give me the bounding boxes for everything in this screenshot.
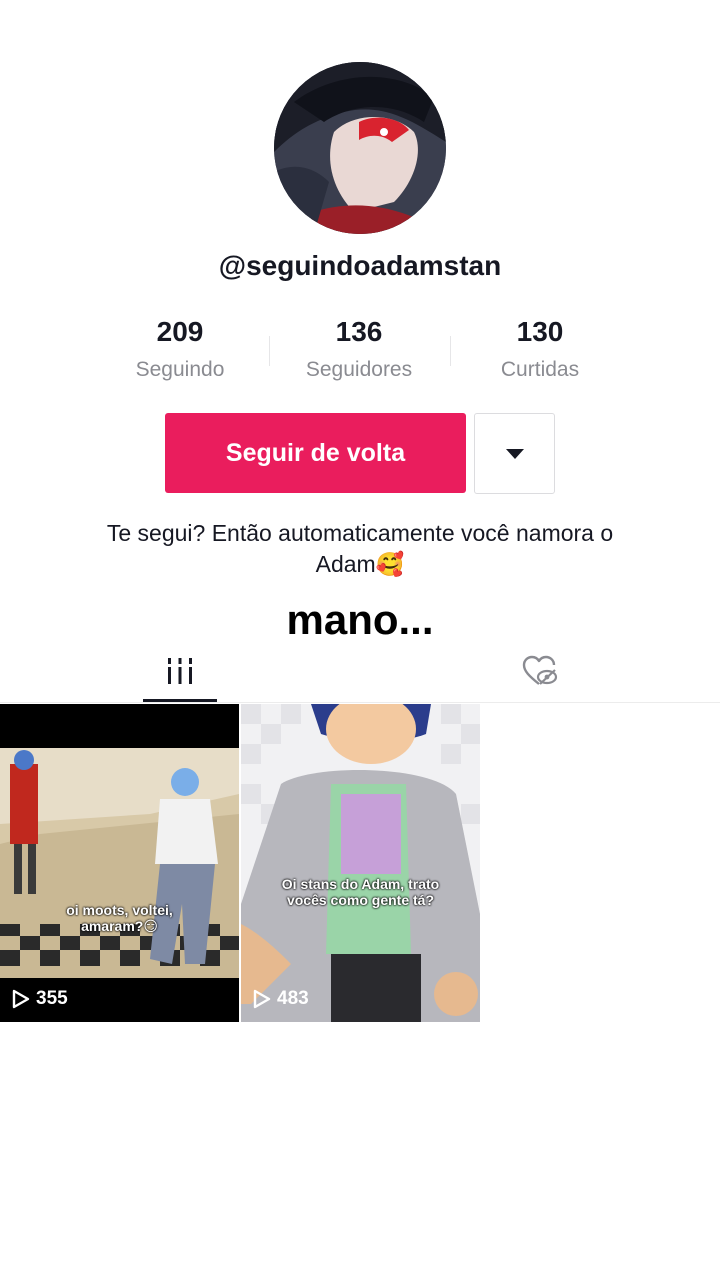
video-thumbnail[interactable]: Oi stans do Adam, trato vocês como gente…: [241, 704, 480, 1022]
view-count-value: 483: [277, 988, 309, 1009]
stat-following-label: Seguindo: [135, 358, 225, 381]
view-count: 355: [12, 988, 68, 1010]
tab-videos[interactable]: [0, 640, 360, 702]
tabs-divider: [0, 702, 720, 703]
stat-following[interactable]: 209 Seguindo: [90, 316, 270, 382]
play-icon: [12, 989, 30, 1009]
video-caption: Oi stans do Adam, trato vocês como gente…: [251, 876, 470, 908]
video-caption: oi moots, voltei, amaram?😏: [0, 902, 239, 935]
caption-line: amaram?😏: [81, 918, 158, 934]
videos-grid-icon: [168, 658, 192, 684]
stat-likes[interactable]: 130 Curtidas: [450, 316, 630, 382]
stat-following-value: 209: [156, 316, 204, 347]
bio-line: Te segui? Então automaticamente você nam…: [106, 520, 614, 546]
avatar-illustration: [274, 62, 446, 234]
video-2-thumbnail-image: [241, 704, 480, 1022]
caption-line: vocês como gente tá?: [286, 892, 435, 908]
caption-line: oi moots, voltei,: [66, 902, 173, 918]
caret-down-icon: [505, 448, 524, 459]
bio-line: Adam🥰: [315, 551, 405, 577]
play-icon: [253, 989, 271, 1009]
caption-line: Oi stans do Adam, trato: [281, 876, 440, 892]
profile-avatar[interactable]: [274, 62, 446, 234]
stat-likes-label: Curtidas: [500, 358, 580, 381]
follow-back-button[interactable]: Seguir de volta: [165, 413, 466, 493]
video-thumbnail[interactable]: oi moots, voltei, amaram?😏 355: [0, 704, 239, 1022]
tab-liked[interactable]: [360, 640, 720, 702]
profile-username: @seguindoadamstan: [218, 250, 502, 281]
profile-bio: Te segui? Então automaticamente você nam…: [60, 518, 660, 580]
view-count: 483: [253, 988, 309, 1010]
video-1-thumbnail-image: [0, 704, 239, 1022]
suggested-accounts-button[interactable]: [474, 413, 555, 494]
stat-likes-value: 130: [516, 316, 564, 347]
profile-link-text[interactable]: mano...: [0, 596, 720, 644]
view-count-value: 355: [36, 988, 68, 1009]
stat-followers-label: Seguidores: [305, 358, 413, 381]
stat-followers[interactable]: 136 Seguidores: [269, 316, 449, 382]
stat-followers-value: 136: [335, 316, 383, 347]
liked-videos-hidden-icon: [522, 655, 558, 685]
